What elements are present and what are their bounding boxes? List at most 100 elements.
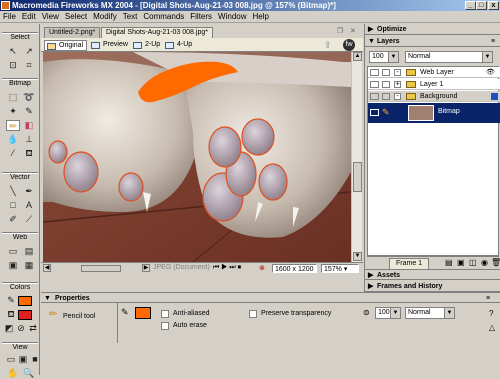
playback-controls-icon[interactable]: ⏮ ▶ ⏭ ⏹ — [213, 264, 241, 272]
tab-2-up[interactable]: 2-Up — [131, 40, 163, 51]
hotspot-tool-icon[interactable]: ▭ — [6, 246, 20, 257]
zoom-select[interactable]: 157% ▾ — [321, 264, 359, 273]
optimize-panel-header[interactable]: ▶ Optimize — [365, 24, 500, 35]
fill-color-swatch[interactable] — [18, 310, 32, 320]
expand-icon[interactable]: + — [394, 81, 401, 88]
full-screen-mode-icon[interactable]: ■ — [28, 354, 42, 365]
close-doc-icon[interactable]: ✕ — [350, 27, 358, 35]
properties-panel-header[interactable]: ▼ Properties ≡ — [41, 292, 500, 303]
pen-tool-icon[interactable]: ✒ — [22, 186, 36, 197]
quick-export-icon[interactable]: ⇪ — [324, 40, 332, 51]
text-tool-icon[interactable]: A — [22, 200, 36, 211]
scroll-thumb[interactable] — [353, 162, 362, 192]
eyedropper-tool-icon[interactable]: ⁄ — [6, 148, 20, 159]
scale-tool-icon[interactable]: ⊡ — [6, 60, 20, 71]
stroke-color-swatch[interactable] — [135, 307, 151, 319]
visibility-eye-icon[interactable] — [370, 93, 379, 100]
maximize-button[interactable]: □ — [476, 1, 487, 10]
layer-opacity-select[interactable]: 100 ▼ — [369, 51, 399, 63]
menu-modify[interactable]: Modify — [90, 11, 120, 23]
vertical-scrollbar[interactable]: ▲ ▼ — [351, 52, 362, 262]
expand-icon[interactable]: - — [394, 69, 401, 76]
mask-icon[interactable]: ◉ — [481, 258, 488, 267]
layer-row-layer-1[interactable]: + Layer 1 — [368, 79, 500, 90]
menu-view[interactable]: View — [39, 11, 62, 23]
document-canvas[interactable] — [43, 52, 351, 262]
layer-row-web-layer[interactable]: - Web Layer 👁 — [368, 67, 500, 78]
crop-tool-icon[interactable]: ⌗ — [22, 60, 36, 71]
scroll-right-arrow-icon[interactable]: ▶ — [142, 264, 150, 272]
lasso-tool-icon[interactable]: ➰ — [22, 92, 36, 103]
hide-slices-icon[interactable]: ▣ — [6, 260, 20, 271]
collapse-icon[interactable]: △ — [489, 323, 495, 332]
tab-preview[interactable]: Preview — [89, 40, 131, 51]
preserve-transparency-checkbox[interactable] — [249, 310, 257, 318]
tab-original[interactable]: Original — [44, 40, 88, 51]
tab-4-up[interactable]: 4-Up — [163, 40, 195, 51]
scroll-down-arrow-icon[interactable]: ▼ — [353, 252, 362, 261]
tab-digital-shots[interactable]: Digital Shots-Aug-21-03 008.jpg* — [101, 27, 213, 38]
rubber-stamp-tool-icon[interactable]: ⊥ — [22, 134, 36, 145]
menu-text[interactable]: Text — [120, 11, 141, 23]
horizontal-scroll-thumb[interactable] — [81, 265, 121, 272]
layer-blend-select[interactable]: Normal ▼ — [405, 51, 493, 63]
visibility-eye-icon[interactable] — [370, 109, 379, 116]
auto-erase-checkbox[interactable] — [161, 322, 169, 330]
layer-row-background[interactable]: - Background — [368, 91, 500, 102]
brush-tool-icon[interactable]: ✎ — [22, 106, 36, 117]
new-layer-icon[interactable]: ▣ — [457, 258, 465, 267]
line-tool-icon[interactable]: ╲ — [6, 186, 20, 197]
visibility-eye-icon[interactable] — [370, 69, 379, 76]
stroke-color-icon[interactable]: ✎ — [4, 295, 18, 306]
knife-tool-icon[interactable]: ⟋ — [22, 214, 36, 225]
slice-tool-icon[interactable]: ▤ — [22, 246, 36, 257]
swap-colors-icon[interactable]: ⇄ — [26, 323, 40, 334]
menu-commands[interactable]: Commands — [140, 11, 187, 23]
lock-icon[interactable] — [382, 69, 390, 76]
tool-opacity-select[interactable]: 100 ▼ — [375, 307, 401, 319]
menu-window[interactable]: Window — [215, 11, 249, 23]
blur-tool-icon[interactable]: 💧 — [6, 134, 20, 145]
menu-file[interactable]: File — [0, 11, 19, 23]
anti-aliased-checkbox[interactable] — [161, 310, 169, 318]
menu-select[interactable]: Select — [62, 11, 90, 23]
new-bitmap-icon[interactable]: ◫ — [469, 258, 477, 267]
menu-filters[interactable]: Filters — [187, 11, 215, 23]
menu-help[interactable]: Help — [250, 11, 272, 23]
lock-icon[interactable] — [382, 93, 390, 100]
tool-blend-select[interactable]: Normal ▼ — [405, 307, 455, 319]
new-sub-layer-icon[interactable]: ▤ — [445, 258, 453, 267]
restore-doc-icon[interactable]: ❐ — [337, 27, 345, 35]
freeform-tool-icon[interactable]: ✐ — [6, 214, 20, 225]
pencil-tool-icon[interactable]: ✏ — [6, 120, 20, 131]
fill-color-icon[interactable]: ⛾ — [4, 309, 18, 320]
trash-icon[interactable]: 🗑 — [491, 258, 500, 267]
menu-edit[interactable]: Edit — [19, 11, 39, 23]
lock-icon[interactable] — [382, 81, 390, 88]
scroll-left-arrow-icon[interactable]: ◀ — [43, 264, 51, 272]
zoom-tool-icon[interactable]: 🔍 — [22, 368, 36, 379]
panel-options-icon[interactable]: ≡ — [491, 36, 495, 47]
marquee-tool-icon[interactable]: ⬚ — [6, 92, 20, 103]
visibility-eye-icon[interactable] — [370, 81, 379, 88]
scroll-up-arrow-icon[interactable]: ▲ — [353, 52, 362, 61]
stop-icon[interactable]: ⊗ — [259, 264, 265, 272]
close-button[interactable]: x — [488, 1, 499, 10]
layers-panel-header[interactable]: ▼ Layers ≡ — [365, 36, 500, 47]
help-icon[interactable]: ? — [489, 309, 493, 318]
object-row-bitmap[interactable]: ✎ Bitmap — [368, 103, 500, 123]
subselect-tool-icon[interactable]: ↗ — [22, 46, 36, 57]
rectangle-tool-icon[interactable]: □ — [6, 200, 20, 211]
paint-bucket-tool-icon[interactable]: ⛾ — [22, 148, 36, 159]
expand-icon[interactable]: - — [394, 93, 401, 100]
assets-panel-header[interactable]: ▶ Assets — [365, 269, 500, 280]
show-slices-icon[interactable]: ▦ — [22, 260, 36, 271]
tab-untitled-2[interactable]: Untitled-2.png* — [44, 27, 101, 38]
pointer-tool-icon[interactable]: ↖ — [6, 46, 20, 57]
magic-wand-tool-icon[interactable]: ✦ — [6, 106, 20, 117]
minimize-button[interactable]: _ — [465, 1, 476, 10]
stroke-color-swatch[interactable] — [18, 296, 32, 306]
frames-history-panel-header[interactable]: ▶ Frames and History — [365, 281, 500, 292]
layer-options-icon[interactable]: 👁 — [486, 67, 495, 78]
eraser-tool-icon[interactable]: ◧ — [22, 120, 36, 131]
